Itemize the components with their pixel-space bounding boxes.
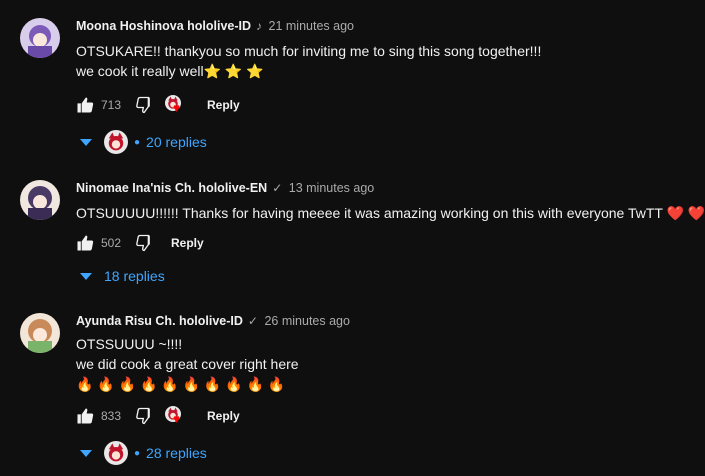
like-icon[interactable]	[73, 404, 97, 428]
verified-icon: ✓	[272, 181, 283, 195]
replies-count: 20 replies	[146, 134, 207, 150]
dislike-icon[interactable]	[133, 231, 157, 255]
separator-dot: ●	[134, 447, 141, 459]
timestamp[interactable]: 13 minutes ago	[289, 181, 374, 195]
like-icon[interactable]	[73, 93, 97, 117]
like-count: 713	[101, 98, 122, 112]
chevron-down-icon	[80, 449, 92, 457]
chevron-down-icon	[80, 272, 92, 280]
comment-line: OTSUKARE!! thankyou so much for inviting…	[76, 43, 542, 59]
comment-header: Ayunda Risu Ch. hololive-ID ✓ 26 minutes …	[76, 314, 350, 328]
avatar[interactable]	[20, 18, 60, 58]
view-replies-button[interactable]: ● 20 replies	[80, 130, 207, 154]
creator-heart[interactable]: ♥	[165, 93, 193, 117]
timestamp[interactable]: 21 minutes ago	[269, 19, 354, 33]
comment-toolbar: 713 ♥ Reply	[73, 93, 240, 117]
avatar[interactable]	[20, 180, 60, 220]
dislike-icon[interactable]	[133, 404, 157, 428]
creator-avatar	[104, 441, 128, 465]
music-note-icon: ♪	[256, 19, 263, 33]
comment-header: Moona Hoshinova hololive-ID ♪ 21 minutes …	[76, 19, 354, 33]
heart-icon: ♥	[173, 412, 181, 426]
like-icon[interactable]	[73, 231, 97, 255]
like-count: 502	[101, 236, 122, 250]
comment-line: we did cook a great cover right here	[76, 356, 299, 372]
creator-heart[interactable]: ♥	[165, 404, 193, 428]
verified-icon: ✓	[247, 314, 258, 328]
emoji: ❤️ ❤️	[666, 205, 705, 221]
comment-line: OTSSUUUU ~!!!!	[76, 336, 183, 352]
avatar[interactable]	[20, 313, 60, 353]
comment-line: we cook it really well⭐ ⭐ ⭐	[76, 63, 264, 79]
heart-icon: ♥	[173, 101, 181, 115]
like-count: 833	[101, 409, 122, 423]
emoji: 🔥 🔥 🔥 🔥 🔥 🔥 🔥 🔥 🔥 🔥	[76, 376, 286, 392]
reply-button[interactable]: Reply	[207, 98, 240, 112]
comment-text: OTSUKARE!! thankyou so much for inviting…	[76, 41, 541, 81]
separator-dot: ●	[134, 136, 141, 148]
chevron-down-icon	[80, 138, 92, 146]
comment-text: OTSSUUUU ~!!!! we did cook a great cover…	[76, 334, 299, 394]
emoji: ⭐ ⭐ ⭐	[203, 63, 264, 79]
comment-toolbar: 502 Reply	[73, 231, 204, 255]
comment-toolbar: 833 ♥ Reply	[73, 404, 240, 428]
dislike-icon[interactable]	[133, 93, 157, 117]
creator-avatar	[104, 130, 128, 154]
comment-text: OTSUUUUU!!!!!! Thanks for having meeee i…	[76, 203, 705, 223]
view-replies-button[interactable]: 18 replies	[80, 264, 165, 288]
author-name[interactable]: Ayunda Risu Ch. hololive-ID	[76, 314, 243, 328]
reply-button[interactable]: Reply	[171, 236, 204, 250]
author-name[interactable]: Ninomae Ina'nis Ch. hololive-EN	[76, 181, 267, 195]
view-replies-button[interactable]: ● 28 replies	[80, 441, 207, 465]
replies-count: 18 replies	[104, 268, 165, 284]
replies-count: 28 replies	[146, 445, 207, 461]
comment-header: Ninomae Ina'nis Ch. hololive-EN ✓ 13 minu…	[76, 181, 374, 195]
timestamp[interactable]: 26 minutes ago	[264, 314, 349, 328]
reply-button[interactable]: Reply	[207, 409, 240, 423]
comment-line: OTSUUUUU!!!!!! Thanks for having meeee i…	[76, 205, 705, 221]
author-name[interactable]: Moona Hoshinova hololive-ID	[76, 19, 251, 33]
